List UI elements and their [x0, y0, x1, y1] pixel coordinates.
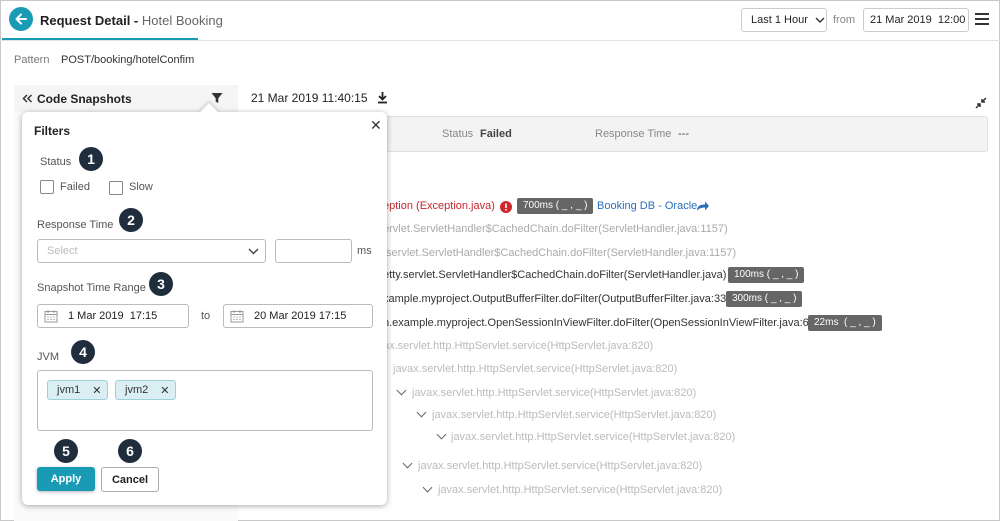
- title-separator: -: [130, 13, 142, 28]
- response-time-label: Response Time: [595, 128, 672, 140]
- select-placeholder: Select: [47, 245, 78, 257]
- arrow-left-icon: [15, 13, 27, 25]
- trace-row[interactable]: ax.servlet.http.HttpServlet.service(Http…: [383, 340, 653, 352]
- error-icon: [500, 201, 512, 213]
- step-badge-2: 2: [119, 208, 143, 232]
- from-datetime-value: 21 Mar 2019 12:00: [870, 14, 966, 26]
- step-badge-3: 3: [149, 272, 173, 296]
- range-from-input[interactable]: 1 Mar 2019 17:15: [37, 304, 189, 328]
- trace-row[interactable]: eption (Exception.java): [383, 200, 495, 212]
- slow-checkbox-label: Slow: [129, 181, 153, 193]
- status-value: Failed: [480, 128, 512, 140]
- slow-checkbox[interactable]: [109, 181, 123, 195]
- calendar-icon[interactable]: [230, 309, 244, 323]
- response-time-filter-label: Response Time: [37, 219, 114, 231]
- page-title: Request Detail - Hotel Booking: [40, 13, 223, 28]
- jvm-tag: jvm1 ✕: [47, 380, 109, 400]
- duration-badge: 100ms ( _ , _ ): [728, 267, 805, 283]
- snapshot-timestamp: 21 Mar 2019 11:40:15: [251, 91, 368, 105]
- trace-row[interactable]: javax.servlet.http.HttpServlet.service(H…: [438, 484, 722, 496]
- apply-button[interactable]: Apply: [37, 467, 95, 491]
- trace-row[interactable]: ervlet.ServletHandler$CachedChain.doFilt…: [383, 223, 728, 235]
- trace-row[interactable]: .servlet.ServletHandler$CachedChain.doFi…: [383, 247, 736, 259]
- share-arrow-icon[interactable]: [696, 200, 710, 212]
- response-time-ms-input[interactable]: [275, 239, 352, 263]
- duration-badge: 700ms ( _ , _ ): [517, 198, 594, 214]
- range-to-value: 20 Mar 2019 17:15: [254, 310, 347, 322]
- range-from-value: 1 Mar 2019 17:15: [68, 310, 158, 322]
- page-subtitle: Hotel Booking: [141, 13, 223, 28]
- remove-tag-icon[interactable]: ✕: [160, 384, 169, 397]
- jvm-tag-label: jvm1: [57, 384, 81, 396]
- from-datetime-field[interactable]: 21 Mar 2019 12:00: [863, 8, 969, 32]
- hamburger-menu-icon[interactable]: [975, 13, 989, 28]
- chevron-down-icon: [815, 17, 825, 23]
- range-to-label: to: [201, 310, 211, 322]
- trace-row[interactable]: n.example.myproject.OpenSessionInViewFil…: [383, 317, 819, 329]
- filters-title: Filters: [34, 124, 71, 138]
- filter-icon[interactable]: [211, 92, 223, 104]
- page-title-text: Request Detail: [40, 13, 131, 28]
- time-range-value: Last 1 Hour: [751, 14, 808, 26]
- step-badge-4: 4: [71, 340, 95, 364]
- duration-badge: 22ms ( _ , _ ): [808, 315, 882, 331]
- code-snapshots-title[interactable]: Code Snapshots: [22, 92, 132, 106]
- remove-tag-icon[interactable]: ✕: [92, 384, 101, 397]
- trace-row[interactable]: javax.servlet.http.HttpServlet.service(H…: [451, 431, 735, 443]
- double-chevron-left-icon[interactable]: [22, 94, 33, 103]
- jvm-tag: jvm2 ✕: [115, 380, 177, 400]
- pattern-value: POST/booking/hotelConfim: [61, 54, 195, 66]
- ms-unit-label: ms: [357, 245, 372, 257]
- trace-row[interactable]: javax.servlet.http.HttpServlet.service(H…: [393, 363, 677, 375]
- cancel-button[interactable]: Cancel: [101, 467, 159, 492]
- title-underline: [2, 38, 198, 40]
- back-button[interactable]: [9, 7, 33, 31]
- time-range-dropdown[interactable]: Last 1 Hour: [741, 8, 827, 32]
- chevron-down-icon: [248, 248, 259, 255]
- time-range-filter-label: Snapshot Time Range: [37, 282, 146, 294]
- calendar-icon[interactable]: [44, 309, 58, 323]
- close-icon[interactable]: ✕: [370, 117, 382, 134]
- trace-row[interactable]: javax.servlet.http.HttpServlet.service(H…: [412, 387, 696, 399]
- code-snapshots-title-text: Code Snapshots: [37, 92, 132, 106]
- collapse-icon[interactable]: [975, 97, 987, 109]
- failed-checkbox[interactable]: [40, 180, 54, 194]
- failed-checkbox-label: Failed: [60, 181, 90, 193]
- download-icon[interactable]: [377, 91, 388, 104]
- range-to-input[interactable]: 20 Mar 2019 17:15: [223, 304, 373, 328]
- duration-badge: 300ms ( _ , _ ): [726, 291, 803, 307]
- status-filter-label: Status: [40, 156, 72, 168]
- step-badge-1: 1: [79, 147, 103, 171]
- step-badge-5: 5: [54, 439, 78, 463]
- trace-row[interactable]: etty.servlet.ServletHandler$CachedChain.…: [383, 269, 726, 281]
- jvm-tag-label: jvm2: [125, 384, 149, 396]
- pattern-label: Pattern: [14, 54, 50, 66]
- db-link[interactable]: Booking DB - Oracle: [597, 200, 697, 212]
- step-badge-6: 6: [118, 439, 142, 463]
- response-time-select[interactable]: Select: [37, 239, 266, 263]
- trace-row[interactable]: javax.servlet.http.HttpServlet.service(H…: [418, 460, 702, 472]
- trace-row[interactable]: xample.myproject.OutputBufferFilter.doFi…: [383, 293, 730, 305]
- response-time-value: ---: [678, 128, 689, 140]
- status-label: Status: [442, 128, 474, 140]
- from-label: from: [833, 14, 855, 26]
- jvm-filter-label: JVM: [37, 351, 59, 363]
- trace-row[interactable]: javax.servlet.http.HttpServlet.service(H…: [432, 409, 716, 421]
